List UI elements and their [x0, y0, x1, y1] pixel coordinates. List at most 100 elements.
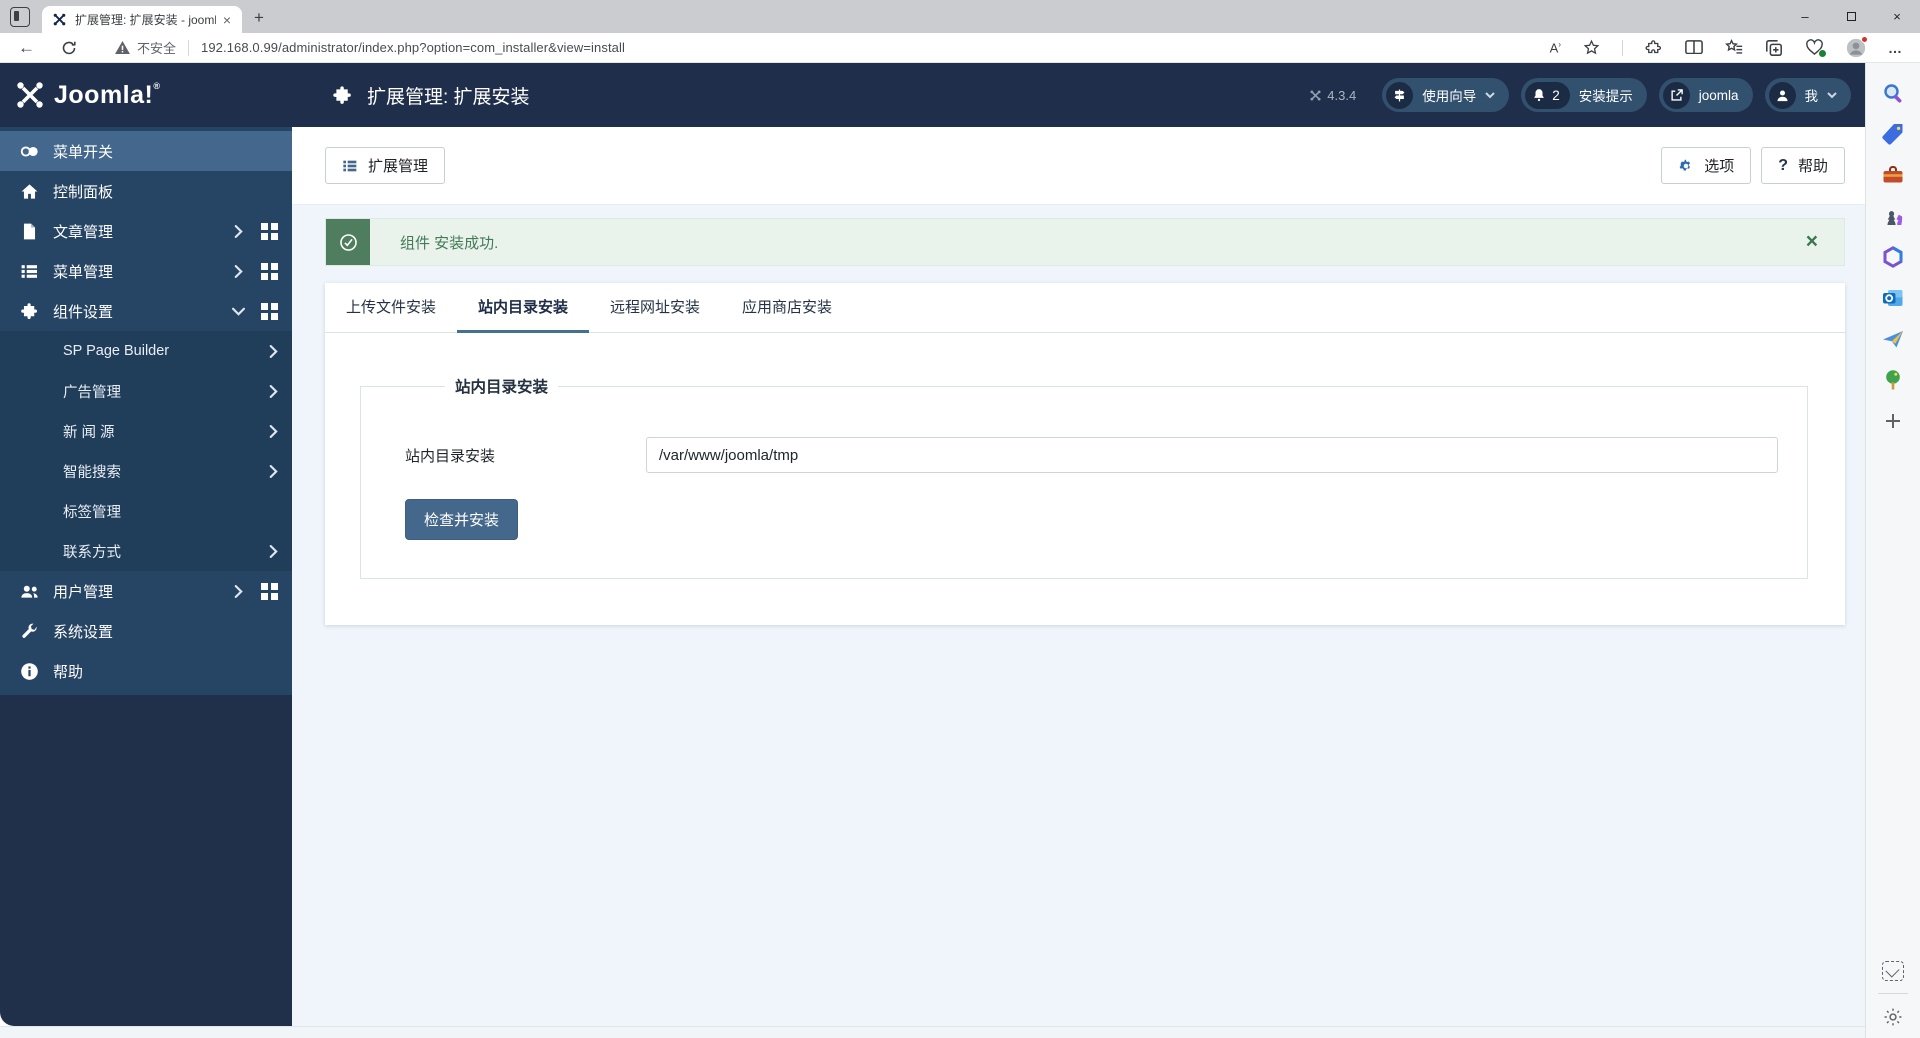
puzzle-icon — [332, 85, 353, 106]
sidebar-item-icon — [20, 621, 42, 641]
alert-close-icon[interactable]: × — [1806, 219, 1844, 265]
notifications-button[interactable]: 2 安装提示 — [1521, 78, 1647, 112]
refresh-icon[interactable] — [61, 40, 77, 56]
chevron-down-icon[interactable] — [232, 305, 245, 318]
edge-sidebar-icon-add[interactable] — [1881, 409, 1905, 433]
question-mark-icon: ? — [1778, 156, 1788, 174]
edge-sidebar-icon-toolbox[interactable] — [1881, 163, 1905, 187]
sidebar-item-articles[interactable]: 文章管理 — [0, 211, 292, 251]
chevron-right-icon[interactable] — [234, 584, 243, 598]
url-divider — [188, 39, 190, 56]
window-maximize-button[interactable] — [1828, 0, 1874, 33]
sidebar-settings-gear-icon[interactable] — [1882, 1006, 1904, 1028]
grid-dashboard-icon[interactable] — [261, 222, 278, 240]
sidebar-item-label: 标签管理 — [63, 504, 121, 521]
sidebar-item-tags[interactable]: 标签管理 — [0, 491, 292, 531]
tab-title: 扩展管理: 扩展安装 - joomla - 后 — [75, 13, 216, 27]
sidebar-item-sp-page-builder[interactable]: SP Page Builder — [0, 331, 292, 371]
admin-sidebar: 菜单开关 控制面板 文章管理 菜单管理 组件设置 SP Page Builder… — [0, 127, 292, 1026]
joomla-brand[interactable]: Joomla!® — [0, 63, 292, 127]
chevron-right-icon[interactable] — [269, 384, 278, 398]
web-capture-icon[interactable] — [1882, 961, 1904, 981]
sidebar-item-icon — [20, 661, 42, 681]
edge-sidebar-icon-tree[interactable] — [1881, 368, 1905, 392]
sidebar-item-system[interactable]: 系统设置 — [0, 611, 292, 651]
window-close-button[interactable]: × — [1874, 0, 1920, 33]
site-security-chip[interactable]: 不安全 — [115, 38, 176, 57]
tab-url[interactable]: 远程网址安装 — [589, 283, 721, 333]
browser-tab[interactable]: 扩展管理: 扩展安装 - joomla - 后 × — [42, 6, 242, 33]
grid-dashboard-icon[interactable] — [261, 302, 278, 320]
sidebar-item-menu-toggle[interactable]: 菜单开关 — [0, 131, 292, 171]
sidebar-item-finder[interactable]: 智能搜索 — [0, 451, 292, 491]
grid-dashboard-icon[interactable] — [261, 262, 278, 280]
tab-folder[interactable]: 站内目录安装 — [457, 283, 590, 333]
url-text[interactable]: 192.168.0.99/administrator/index.php?opt… — [201, 40, 625, 55]
options-button[interactable]: 选项 — [1661, 147, 1752, 184]
sidebar-item-label: 广告管理 — [63, 384, 121, 401]
browser-menu-icon[interactable]: … — [1888, 40, 1904, 56]
tab-actions-icon[interactable] — [10, 7, 30, 27]
browser-address-bar: ← 不安全 192.168.0.99/administrator/index.p… — [0, 33, 1920, 63]
warning-icon — [115, 40, 130, 55]
check-and-install-button[interactable]: 检查并安装 — [405, 499, 519, 540]
edge-sidebar-icon-shopping[interactable] — [1881, 122, 1905, 146]
joomla-version: 4.3.4 — [1309, 88, 1356, 103]
new-tab-button[interactable]: + — [254, 8, 264, 28]
window-minimize-button[interactable]: – — [1782, 0, 1828, 33]
sidebar-item-help[interactable]: 帮助 — [0, 651, 292, 691]
chevron-right-icon[interactable] — [234, 264, 243, 278]
back-icon[interactable]: ← — [18, 38, 35, 58]
chevron-right-icon[interactable] — [234, 224, 243, 238]
duplicate-tab-icon[interactable] — [1765, 39, 1783, 56]
extensions-manage-button[interactable]: 扩展管理 — [325, 147, 446, 184]
sidebar-item-menus[interactable]: 菜单管理 — [0, 251, 292, 291]
browser-tab-bar: 扩展管理: 扩展安装 - joomla - 后 × + – × — [0, 0, 1920, 33]
folder-path-input[interactable] — [646, 437, 1778, 473]
signpost-icon — [1386, 81, 1414, 109]
edge-sidebar-divider — [1878, 993, 1908, 994]
tab-close-icon[interactable]: × — [220, 12, 234, 28]
edge-sidebar-icon-outlook[interactable] — [1881, 286, 1905, 310]
horizontal-scrollbar[interactable] — [0, 1026, 1865, 1038]
notification-count-badge: 2 — [1552, 87, 1560, 103]
preview-site-button[interactable]: joomla — [1658, 78, 1753, 112]
user-menu-button[interactable]: 我 — [1764, 78, 1851, 112]
sidebar-item-label: 联系方式 — [63, 544, 121, 561]
sidebar-item-dashboard[interactable]: 控制面板 — [0, 171, 292, 211]
chevron-right-icon[interactable] — [269, 464, 278, 478]
grid-dashboard-icon[interactable] — [261, 582, 278, 600]
collections-icon[interactable] — [1725, 39, 1743, 56]
sidebar-item-banners[interactable]: 广告管理 — [0, 371, 292, 411]
browser-essentials-icon[interactable] — [1805, 39, 1827, 58]
guided-tour-button[interactable]: 使用向导 — [1382, 78, 1510, 112]
security-label: 不安全 — [137, 41, 177, 56]
external-link-icon — [1662, 81, 1690, 109]
extensions-icon[interactable] — [1645, 39, 1663, 57]
chevron-right-icon[interactable] — [269, 344, 278, 358]
brand-wordmark: Joomla!® — [54, 80, 161, 109]
profile-avatar[interactable] — [1846, 35, 1868, 58]
read-aloud-icon[interactable]: A› — [1550, 40, 1561, 55]
success-alert: 组件 安装成功. × — [325, 218, 1845, 266]
split-screen-icon[interactable] — [1685, 39, 1703, 56]
edge-sidebar-icon-search[interactable] — [1881, 81, 1905, 105]
chevron-right-icon[interactable] — [269, 544, 278, 558]
help-button[interactable]: ? 帮助 — [1761, 147, 1845, 184]
edge-sidebar-icon-drop[interactable] — [1881, 327, 1905, 351]
sidebar-item-components[interactable]: 组件设置 — [0, 291, 292, 331]
sidebar-item-users[interactable]: 用户管理 — [0, 571, 292, 611]
sidebar-item-newsfeeds[interactable]: 新 闻 源 — [0, 411, 292, 451]
joomla-header: Joomla!® 扩展管理: 扩展安装 4.3.4 使用向导 2 安装提示 jo… — [0, 63, 1865, 127]
favorite-star-icon[interactable] — [1583, 39, 1600, 56]
tab-upload[interactable]: 上传文件安装 — [325, 283, 457, 333]
tab-webstore[interactable]: 应用商店安装 — [721, 283, 853, 333]
sidebar-item-label: 智能搜索 — [63, 464, 121, 481]
chevron-right-icon[interactable] — [269, 424, 278, 438]
edge-sidebar-icon-games[interactable] — [1881, 204, 1905, 228]
folder-path-label: 站内目录安装 — [405, 447, 496, 465]
installer-card: 上传文件安装站内目录安装远程网址安装应用商店安装 站内目录安装 站内目录安装 检… — [325, 283, 1845, 625]
edge-sidebar-icon-m365[interactable] — [1881, 245, 1905, 269]
sidebar-item-contacts[interactable]: 联系方式 — [0, 531, 292, 571]
sidebar-item-label: 新 闻 源 — [63, 424, 115, 441]
